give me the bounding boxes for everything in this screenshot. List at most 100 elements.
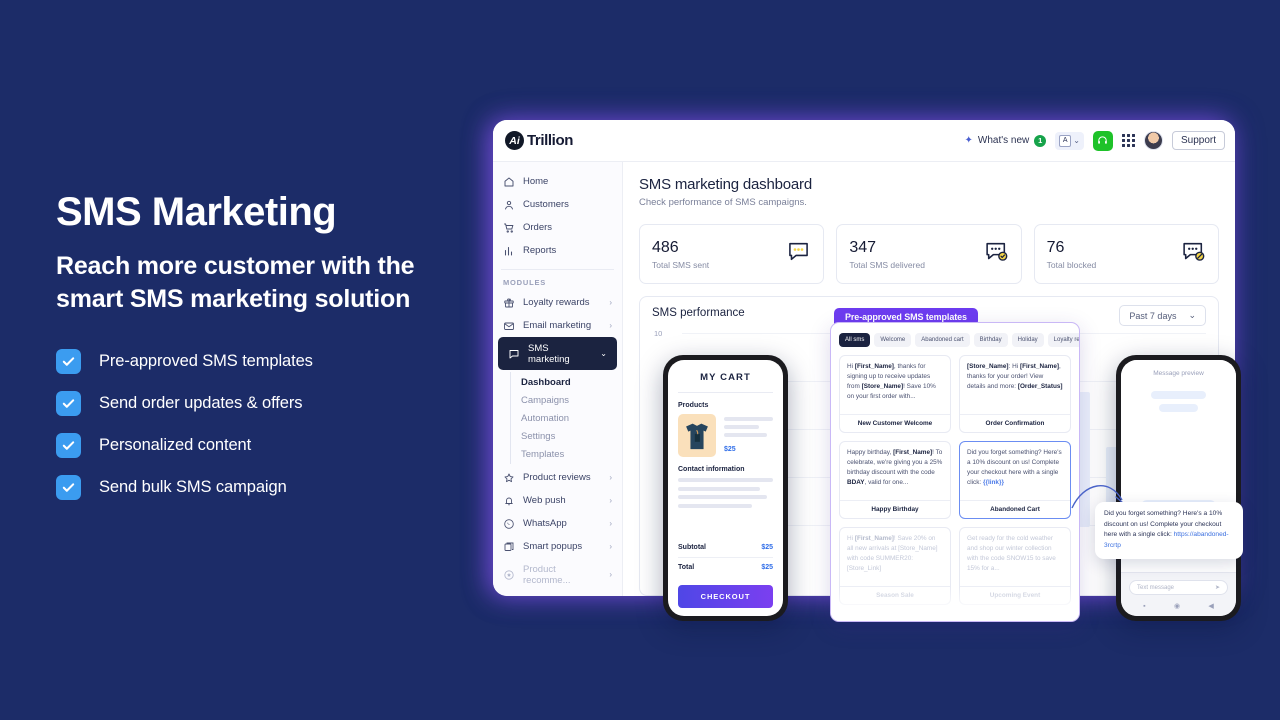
sidebar-item-label: Loyalty rewards [523, 297, 590, 308]
circle-icon[interactable]: ◉ [1174, 602, 1180, 610]
status-badge: 1 [1034, 134, 1047, 147]
page-title: SMS Marketing [56, 190, 337, 234]
sidebar-item-reports[interactable]: Reports [493, 239, 622, 262]
stat-value: 76 [1046, 238, 1065, 256]
chat-bubble-check-icon [984, 239, 1009, 269]
sidebar-item-product-recommendations[interactable]: Product recomme... › [493, 558, 622, 591]
sidebar-item-orders[interactable]: Orders [493, 216, 622, 239]
avatar[interactable] [1143, 131, 1163, 150]
check-icon [56, 348, 81, 374]
app-logo[interactable]: Ai Trillion [505, 131, 573, 150]
tab-birthday[interactable]: Birthday [973, 333, 1008, 347]
envelope-icon [503, 320, 515, 332]
checkout-button[interactable]: CHECKOUT [678, 585, 773, 608]
stat-label: Total SMS sent [652, 259, 710, 270]
check-icon [56, 474, 81, 500]
tab-all-sms[interactable]: All sms [839, 333, 871, 347]
app-topbar: Ai Trillion ✦ What's new 1 A ⌄ Support [493, 120, 1235, 162]
sidebar-item-home[interactable]: Home [493, 170, 622, 193]
headset-icon[interactable] [1092, 130, 1113, 151]
sidebar-item-label: Home [523, 176, 549, 187]
sidebar-subitem-dashboard[interactable]: Dashboard [493, 373, 622, 391]
bell-icon [503, 495, 515, 507]
template-filter-tabs: All sms Welcome Abandoned cart Birthday … [839, 333, 1079, 347]
sidebar-item-sms-marketing[interactable]: SMS marketing ⌄ [498, 337, 617, 370]
feature-label: Personalized content [99, 435, 252, 454]
list-item: Personalized content [56, 432, 466, 458]
logo-mark-icon: Ai [505, 131, 524, 150]
sidebar-item-label: Web push [523, 495, 566, 506]
stat-card-total-blocked: 76 Total blocked [1033, 224, 1219, 284]
contact-information-label: Contact information [678, 466, 745, 473]
sidebar-item-customers[interactable]: Customers [493, 193, 622, 216]
logo-text: Trillion [527, 132, 573, 149]
text-message-input[interactable]: Text message ➤ [1129, 580, 1228, 595]
stat-card-total-sms-delivered: 347 Total SMS delivered [836, 224, 1022, 284]
sidebar-item-label: Orders [523, 222, 553, 233]
sidebar-item-label: Smart popups [523, 541, 583, 552]
cart-totals: Subtotal $25 Total $25 CHECKOUT [668, 538, 783, 608]
cart-product-row: $25 [668, 414, 783, 457]
chevron-right-icon: › [609, 570, 612, 579]
topbar-actions: ✦ What's new 1 A ⌄ Support [965, 130, 1225, 151]
back-icon[interactable]: ◀ [1208, 602, 1213, 610]
chevron-right-icon: › [609, 542, 612, 551]
square-icon[interactable]: ▪ [1143, 603, 1145, 610]
total-label: Total [678, 564, 695, 571]
chevron-right-icon: › [609, 496, 612, 505]
date-range-select[interactable]: Past 7 days ⌄ [1119, 305, 1206, 326]
chevron-down-icon: ⌄ [1188, 310, 1196, 320]
template-body: [Store_Name]: Hi [First_Name], thanks fo… [967, 363, 1063, 390]
bars-icon [503, 245, 515, 257]
sidebar-subitem-automation[interactable]: Automation [493, 409, 622, 427]
chevron-right-icon: › [609, 321, 612, 330]
stat-value: 347 [849, 238, 877, 256]
cart-screen: MY CART Products $25 Contact information [668, 360, 783, 616]
feature-label: Send order updates & offers [99, 393, 303, 412]
tab-welcome[interactable]: Welcome [874, 333, 912, 347]
language-icon: A [1059, 134, 1072, 147]
stat-label: Total blocked [1046, 259, 1097, 270]
message-bubble: Did you forget something? Here's a 10% d… [1095, 502, 1243, 559]
support-button[interactable]: Support [1171, 131, 1225, 150]
template-card[interactable]: Hi [First_Name], thanks for signing up t… [839, 355, 951, 433]
sidebar-subitem-campaigns[interactable]: Campaigns [493, 391, 622, 409]
subtotal-value: $25 [761, 544, 773, 551]
tab-loyalty-reward[interactable]: Loyalty reward [1047, 333, 1079, 347]
gift-icon [503, 297, 515, 309]
tab-holiday[interactable]: Holiday [1011, 333, 1044, 347]
chat-bubble-blocked-icon [1181, 239, 1206, 269]
send-icon[interactable]: ➤ [1215, 584, 1220, 591]
sidebar: Home Customers Orders Reports MODULES Lo… [493, 162, 623, 596]
hero-section: SMS Marketing Reach more customer with t… [56, 190, 466, 500]
template-body: Did you forget something? Here's a 10% d… [967, 449, 1062, 486]
template-card[interactable]: [Store_Name]: Hi [First_Name], thanks fo… [959, 355, 1071, 433]
language-selector[interactable]: A ⌄ [1055, 131, 1084, 150]
sidebar-item-label: SMS marketing [528, 342, 570, 365]
template-title: Happy Birthday [840, 500, 950, 518]
check-icon [56, 390, 81, 416]
whats-new-button[interactable]: ✦ What's new 1 [965, 134, 1047, 147]
sidebar-subitem-settings[interactable]: Settings [493, 427, 622, 445]
fade-overlay [831, 587, 1079, 621]
sidebar-subitem-templates[interactable]: Templates [493, 445, 622, 463]
apps-grid-icon[interactable] [1121, 134, 1135, 147]
template-card-selected[interactable]: Did you forget something? Here's a 10% d… [959, 441, 1071, 519]
stat-value: 486 [652, 238, 679, 256]
list-item: Pre-approved SMS templates [56, 348, 466, 374]
sidebar-item-whatsapp[interactable]: WhatsApp › [493, 512, 622, 535]
product-placeholder-lines: $25 [724, 414, 773, 457]
list-item: Send order updates & offers [56, 390, 466, 416]
tab-abandoned-cart[interactable]: Abandoned cart [915, 333, 970, 347]
template-body: Happy birthday, [First_Name]! To celebra… [847, 449, 943, 486]
sidebar-item-web-push[interactable]: Web push › [493, 489, 622, 512]
sidebar-item-loyalty-rewards[interactable]: Loyalty rewards › [493, 291, 622, 314]
template-card[interactable]: Happy birthday, [First_Name]! To celebra… [839, 441, 951, 519]
cart-phone-mockup: MY CART Products $25 Contact information [663, 355, 788, 621]
sidebar-item-product-reviews[interactable]: Product reviews › [493, 466, 622, 489]
popup-icon [503, 541, 515, 553]
user-icon [503, 199, 515, 211]
sidebar-item-email-marketing[interactable]: Email marketing › [493, 314, 622, 337]
sidebar-item-smart-popups[interactable]: Smart popups › [493, 535, 622, 558]
template-body: Get ready for the cold weather and shop … [967, 535, 1056, 572]
